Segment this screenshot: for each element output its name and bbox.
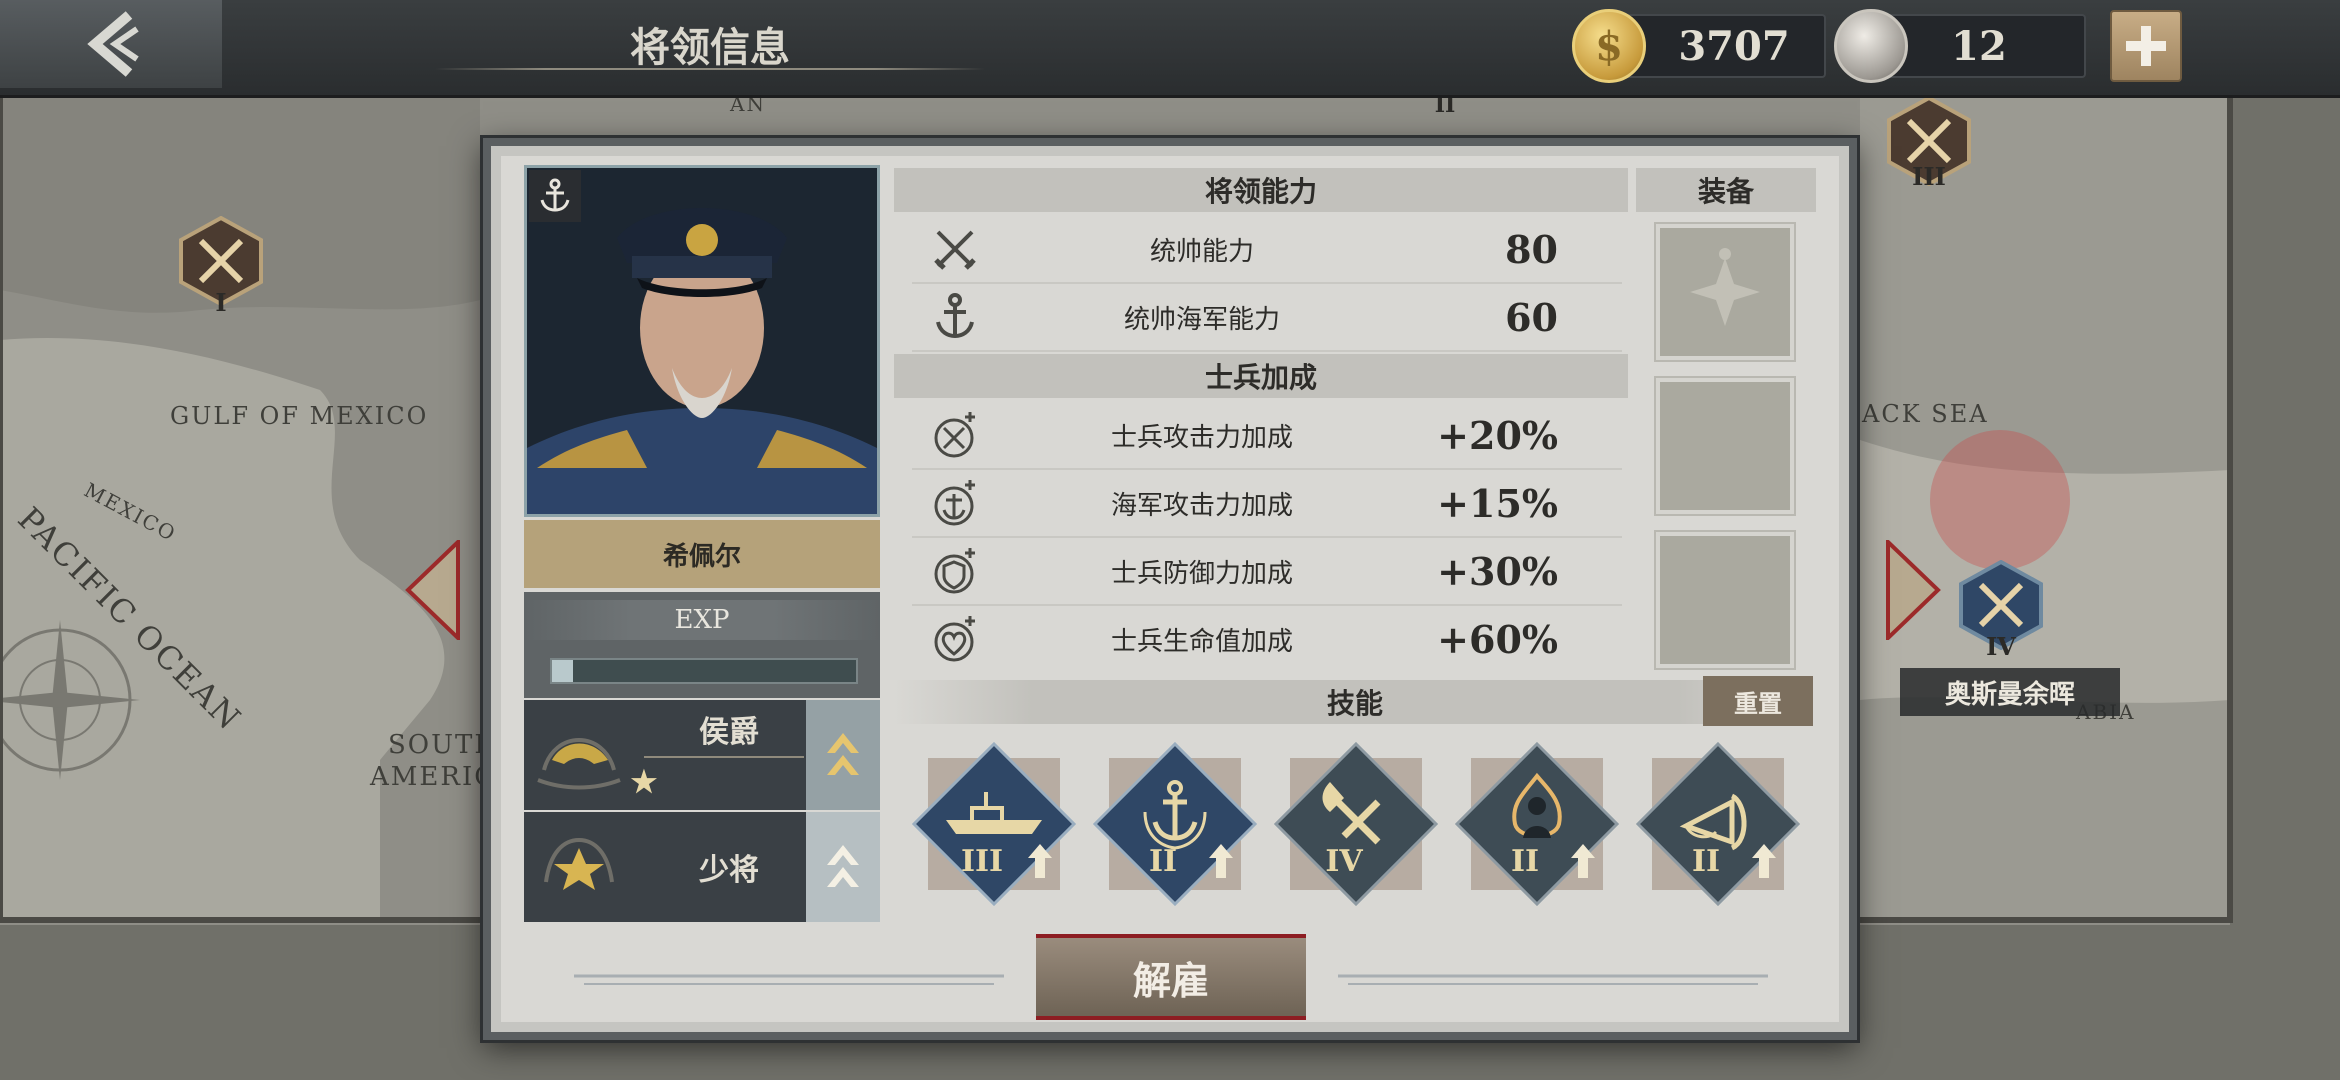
page-title: 将领信息 [630, 24, 790, 71]
stat-name: 士兵防御力加成 [1110, 558, 1293, 589]
anchor-icon [936, 293, 974, 339]
wreath-anchor-icon [1093, 742, 1257, 906]
stat-row-health: 士兵生命值加成 +60% [912, 606, 1622, 672]
stat-value: 80 [1505, 226, 1558, 272]
skill-level: II [1691, 844, 1721, 879]
stat-name: 士兵生命值加成 [1110, 626, 1293, 657]
exp-bar-fill [552, 660, 574, 682]
stat-value: +20% [1437, 412, 1558, 458]
nobility-stars: ★ [630, 764, 658, 800]
military-rank-upgrade-button[interactable] [806, 812, 880, 922]
anchor-icon [540, 178, 570, 212]
military-rank-row: 少将 [524, 812, 880, 922]
general-portrait [524, 165, 880, 517]
next-general-arrow[interactable] [1886, 537, 1946, 643]
double-up-arrow-icon [827, 845, 859, 887]
stat-value: +15% [1437, 480, 1558, 526]
reset-skills-button[interactable]: 重置 [1703, 676, 1813, 726]
nobility-upgrade-button[interactable] [806, 700, 880, 810]
gold-amount: 3707 [1678, 22, 1790, 70]
bugle-icon [1636, 742, 1800, 906]
skill-slot-3[interactable]: IV [1274, 742, 1438, 906]
medal-icon [1834, 9, 1908, 83]
military-rank-label: 少将 [699, 853, 759, 888]
stat-row-attack: 士兵攻击力加成 +20% [912, 402, 1622, 470]
bonus-header: 士兵加成 [894, 354, 1628, 398]
stat-row-naval-attack: 海军攻击力加成 +15% [912, 470, 1622, 538]
map-marker-3-label: III [1912, 162, 1946, 191]
double-up-arrow-icon [827, 733, 859, 775]
ability-header: 将领能力 [894, 168, 1628, 212]
skill-slot-4[interactable]: II [1455, 742, 1619, 906]
map-marker-3[interactable]: III [1884, 95, 1974, 196]
gold-coin-icon: $ [1572, 9, 1646, 83]
stat-row-command: 统帅能力 80 [912, 216, 1622, 284]
medal-amount: 12 [1951, 22, 2007, 70]
chevron-right-icon [1886, 537, 1941, 643]
map-marker-4[interactable]: IV [1956, 559, 2046, 670]
stat-value: +30% [1437, 548, 1558, 594]
skill-level: II [1510, 844, 1540, 879]
stat-name: 统帅海军能力 [1123, 304, 1280, 335]
axe-hammer-icon [1274, 742, 1438, 906]
add-currency-button[interactable] [2110, 10, 2182, 82]
nobility-rank-label: 侯爵 [699, 715, 759, 750]
battleship-icon [912, 742, 1076, 906]
exp-label: EXP [524, 600, 880, 640]
stat-name: 士兵攻击力加成 [1110, 422, 1293, 453]
dismiss-button[interactable]: 解雇 [1036, 934, 1306, 1020]
skill-level: II [1148, 844, 1178, 879]
map-marker-4-label: IV [1986, 632, 2016, 661]
skills-header: 技能 [894, 680, 1816, 724]
stat-name: 海军攻击力加成 [1110, 490, 1293, 521]
map-label-black-sea: ACK SEA [1862, 400, 1989, 428]
chevron-left-icon [405, 537, 460, 643]
exp-panel: EXP [524, 592, 880, 698]
skill-level: III [960, 844, 1004, 879]
rank-star-badge-icon [544, 837, 614, 890]
map-label-gulf-of-mexico: GULF OF MEXICO [170, 402, 429, 430]
stat-row-naval-command: 统帅海军能力 60 [912, 284, 1622, 352]
iron-cross-icon [1690, 248, 1760, 326]
nation-label: 奥斯曼余晖 [1900, 668, 2120, 716]
anchor-badge [529, 170, 581, 222]
sword-plus-icon [934, 412, 975, 458]
equipment-slot-1[interactable] [1656, 224, 1794, 360]
back-arrow-icon [87, 11, 139, 77]
fire-soldier-icon [1455, 742, 1619, 906]
skill-level: IV [1325, 844, 1363, 879]
skill-slot-1[interactable]: III [912, 742, 1076, 906]
stat-value: +60% [1437, 616, 1558, 662]
heart-plus-icon [934, 616, 975, 662]
plus-icon [2126, 26, 2166, 66]
skill-slot-2[interactable]: II [1093, 742, 1257, 906]
exp-bar [550, 658, 858, 684]
stat-value: 60 [1505, 294, 1558, 340]
top-bar: 将领信息 3707 $ 12 [0, 0, 2340, 98]
map-marker-1[interactable]: I [176, 215, 266, 326]
decorative-line-right [1338, 974, 1768, 985]
stat-row-defense: 士兵防御力加成 +30% [912, 538, 1622, 606]
skill-slot-5[interactable]: II [1636, 742, 1800, 906]
equipment-header: 装备 [1636, 168, 1816, 212]
nobility-rank-row: 侯爵 ★ [524, 700, 880, 810]
crossed-swords-icon [934, 230, 976, 270]
equipment-slot-2[interactable] [1656, 378, 1794, 514]
anchor-plus-icon [934, 480, 975, 526]
title-underline [435, 68, 985, 70]
stat-name: 统帅能力 [1149, 236, 1254, 267]
back-button[interactable] [0, 0, 222, 88]
map-marker-1-label: I [215, 288, 227, 317]
decorative-line-left [574, 974, 1004, 985]
general-name: 希佩尔 [524, 520, 880, 588]
shield-plus-icon [934, 548, 975, 594]
equipment-slot-3[interactable] [1656, 532, 1794, 668]
prev-general-arrow[interactable] [400, 537, 460, 643]
